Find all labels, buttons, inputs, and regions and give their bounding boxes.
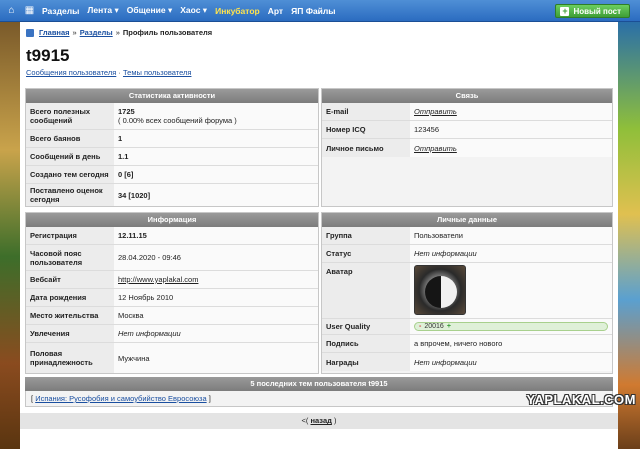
back-prefix: <( — [301, 416, 309, 425]
page-title: t9915 — [26, 46, 70, 65]
forum-icon — [26, 28, 34, 37]
activity-stats-title: Статистика активности — [26, 89, 318, 103]
group-value: Пользователи — [410, 227, 612, 244]
timezone-value: 28.04.2020 - 09:46 — [114, 245, 318, 270]
gender-value: Мужчина — [114, 343, 318, 373]
status-label: Статус — [322, 245, 410, 262]
bracket-close: ] — [208, 394, 211, 403]
bracket-open: [ — [31, 394, 34, 403]
info-title: Информация — [26, 213, 318, 227]
reg-value: 12.11.15 — [114, 227, 318, 244]
back-row: <( назад ) — [20, 413, 618, 429]
icq-value: 123456 — [410, 121, 612, 138]
useful-sub: ( 0.00% всех сообщений форума ) — [118, 116, 237, 125]
signature-value: а впрочем, ничего нового — [410, 335, 612, 352]
bans-value: 1 — [114, 130, 318, 147]
personal-data-title: Личные данные — [322, 213, 612, 227]
user-quality-badge: - 20016 + — [414, 322, 608, 331]
timezone-label: Часовой пояс пользователя — [26, 245, 114, 270]
per-day-label: Сообщений в день — [26, 148, 114, 165]
website-link[interactable]: http://www.yaplakal.com — [118, 275, 314, 284]
bans-label: Всего баянов — [26, 130, 114, 147]
icq-label: Номер ICQ — [322, 121, 410, 138]
avatar-label: Аватар — [322, 263, 410, 318]
link-separator: · — [118, 68, 121, 77]
pm-label: Личное письмо — [322, 139, 410, 157]
location-value: Москва — [114, 307, 318, 324]
top-nav-bar: ⌂ ▦ Разделы Лента ▾ Общение ▾ Хаос ▾ Инк… — [0, 0, 640, 22]
recent-topics-list: [ Испания: Русофобия и самоубийство Евро… — [25, 391, 613, 407]
hobbies-label: Увлечения — [26, 325, 114, 342]
nav-item-art[interactable]: Арт — [268, 6, 283, 16]
info-panel: Информация Регистрация 12.11.15 Часовой … — [25, 212, 319, 374]
email-label: E-mail — [322, 103, 410, 120]
nav-item-files[interactable]: ЯП Файлы — [291, 6, 335, 16]
website-label: Вебсайт — [26, 271, 114, 288]
main-panel: Главная » Разделы » Профиль пользователя… — [20, 22, 618, 449]
home-icon[interactable]: ⌂ — [6, 5, 17, 16]
new-post-label: Новый пост — [573, 6, 621, 16]
activity-stats-panel: Статистика активности Всего полезных соо… — [25, 88, 319, 207]
profile-links: Сообщения пользователя · Темы пользовате… — [26, 68, 191, 77]
hobbies-value: Нет информации — [114, 325, 318, 342]
new-post-button[interactable]: + Новый пост — [555, 4, 630, 18]
email-send-link[interactable]: Отправить — [414, 107, 608, 116]
background-right — [618, 22, 640, 449]
topics-today-value: 0 [6] — [114, 166, 318, 183]
nav-item-feed[interactable]: Лента ▾ — [87, 5, 118, 16]
breadcrumb-sections[interactable]: Разделы — [80, 28, 113, 37]
grid-icon[interactable]: ▦ — [24, 5, 35, 16]
location-label: Место жительства — [26, 307, 114, 324]
nav-item-sections[interactable]: Разделы — [42, 6, 79, 16]
birthday-value: 12 Ноябрь 2010 — [114, 289, 318, 306]
per-day-value: 1.1 — [114, 148, 318, 165]
back-link[interactable]: назад — [311, 416, 332, 425]
group-label: Группа — [322, 227, 410, 244]
nav-item-chat[interactable]: Общение ▾ — [127, 5, 172, 16]
user-topics-link[interactable]: Темы пользователя — [123, 68, 191, 77]
topics-today-label: Создано тем сегодня — [26, 166, 114, 183]
awards-value: Нет информации — [410, 353, 612, 371]
signature-label: Подпись — [322, 335, 410, 352]
site-watermark: YAPLAKAL.COM — [526, 392, 636, 407]
status-value: Нет информации — [410, 245, 612, 262]
quality-value: 20016 — [424, 323, 444, 330]
useful-value: 1725 — [118, 107, 135, 116]
birthday-label: Дата рождения — [26, 289, 114, 306]
personal-data-panel: Личные данные Группа Пользователи Статус… — [321, 212, 613, 374]
nav-item-chaos[interactable]: Хаос ▾ — [180, 5, 207, 16]
quality-plus-button[interactable]: + — [447, 323, 451, 330]
ratings-value: 34 [1020] — [114, 184, 318, 206]
contact-title: Связь — [322, 89, 612, 103]
pm-send-link[interactable]: Отправить — [414, 144, 608, 153]
contact-panel: Связь E-mail Отправить Номер ICQ 123456 … — [321, 88, 613, 207]
reg-label: Регистрация — [26, 227, 114, 244]
awards-label: Награды — [322, 353, 410, 371]
user-messages-link[interactable]: Сообщения пользователя — [26, 68, 116, 77]
recent-topic-link[interactable]: Испания: Русофобия и самоубийство Евросо… — [35, 394, 206, 403]
user-quality-label: User Quality — [322, 319, 410, 334]
breadcrumb-sep: » — [72, 28, 77, 37]
nav-item-incubator[interactable]: Инкубатор — [215, 6, 260, 16]
back-suffix: ) — [333, 416, 337, 425]
ratings-label: Поставлено оценок сегодня — [26, 184, 114, 206]
background-left — [0, 22, 20, 449]
breadcrumb-sep: » — [115, 28, 120, 37]
plus-icon: + — [560, 5, 570, 16]
breadcrumb: Главная » Разделы » Профиль пользователя — [26, 28, 212, 37]
useful-label: Всего полезных сообщений — [26, 103, 114, 129]
avatar — [414, 265, 466, 315]
breadcrumb-home[interactable]: Главная — [39, 28, 70, 37]
recent-topics-title: 5 последних тем пользователя t9915 — [25, 377, 613, 391]
breadcrumb-current: Профиль пользователя — [122, 28, 213, 37]
gender-label: Половая принадлежность — [26, 343, 114, 373]
quality-minus-button[interactable]: - — [419, 323, 421, 330]
